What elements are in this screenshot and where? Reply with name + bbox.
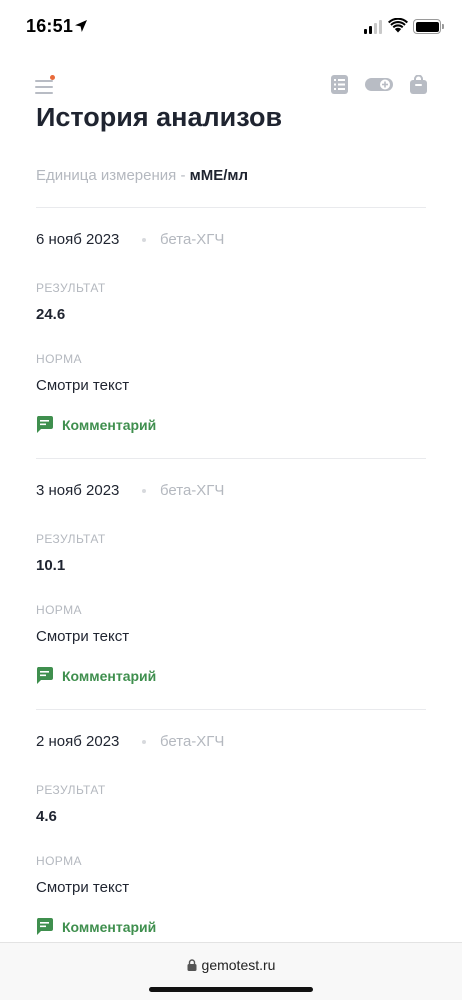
result-label: РЕЗУЛЬТАТ	[36, 281, 106, 295]
comment-icon	[36, 416, 53, 433]
comment-link[interactable]: Комментарий	[36, 416, 156, 433]
battery-icon	[413, 19, 444, 34]
analysis-record: 6 нояб 2023 бета-ХГЧ РЕЗУЛЬТАТ 24.6 НОРМ…	[36, 208, 426, 458]
comment-icon	[36, 918, 53, 935]
result-value: 10.1	[36, 557, 66, 574]
record-date: 3 нояб 2023	[36, 482, 120, 499]
record-test-name: бета-ХГЧ	[160, 482, 225, 499]
result-value: 24.6	[36, 306, 66, 323]
comment-label: Комментарий	[62, 918, 157, 935]
comment-label: Комментарий	[62, 667, 157, 684]
units-value: мМЕ/мл	[189, 167, 249, 184]
status-time: 16:51	[26, 16, 74, 36]
separator-dot	[142, 489, 146, 493]
app-header	[0, 64, 462, 108]
result-label: РЕЗУЛЬТАТ	[36, 532, 106, 546]
result-value: 4.6	[36, 808, 57, 825]
location-arrow-icon	[75, 20, 87, 32]
bag-icon[interactable]	[410, 75, 427, 94]
lock-icon	[187, 959, 197, 971]
comment-icon	[36, 667, 53, 684]
norm-value: Смотри текст	[36, 628, 130, 645]
comment-link[interactable]: Комментарий	[36, 667, 156, 684]
comment-link[interactable]: Комментарий	[36, 918, 156, 935]
list-icon[interactable]	[331, 75, 348, 94]
toggle-icon[interactable]	[365, 75, 393, 94]
separator-dot	[142, 238, 146, 242]
wifi-icon	[388, 18, 408, 33]
analysis-record: 3 нояб 2023 бета-ХГЧ РЕЗУЛЬТАТ 10.1 НОРМ…	[36, 459, 426, 709]
norm-label: НОРМА	[36, 854, 82, 868]
separator-dot	[142, 740, 146, 744]
record-test-name: бета-ХГЧ	[160, 733, 225, 750]
url-text: gemotest.ru	[201, 957, 276, 973]
signal-icon	[364, 20, 382, 34]
units-label: Единица измерения -	[36, 167, 190, 184]
units-line: Единица измерения - мМЕ/мл	[36, 167, 248, 184]
record-test-name: бета-ХГЧ	[160, 231, 225, 248]
home-indicator[interactable]	[149, 987, 313, 992]
norm-value: Смотри текст	[36, 377, 130, 394]
norm-label: НОРМА	[36, 352, 82, 366]
notification-dot	[50, 75, 55, 80]
menu-button[interactable]	[35, 75, 55, 95]
record-date: 6 нояб 2023	[36, 231, 120, 248]
url-bar[interactable]: gemotest.ru	[0, 957, 462, 973]
norm-value: Смотри текст	[36, 879, 130, 896]
norm-label: НОРМА	[36, 603, 82, 617]
record-date: 2 нояб 2023	[36, 733, 120, 750]
result-label: РЕЗУЛЬТАТ	[36, 783, 106, 797]
analysis-record: 2 нояб 2023 бета-ХГЧ РЕЗУЛЬТАТ 4.6 НОРМА…	[36, 710, 426, 960]
status-bar: 16:51	[0, 0, 462, 56]
browser-bottom-bar: gemotest.ru	[0, 942, 462, 1000]
comment-label: Комментарий	[62, 416, 157, 433]
